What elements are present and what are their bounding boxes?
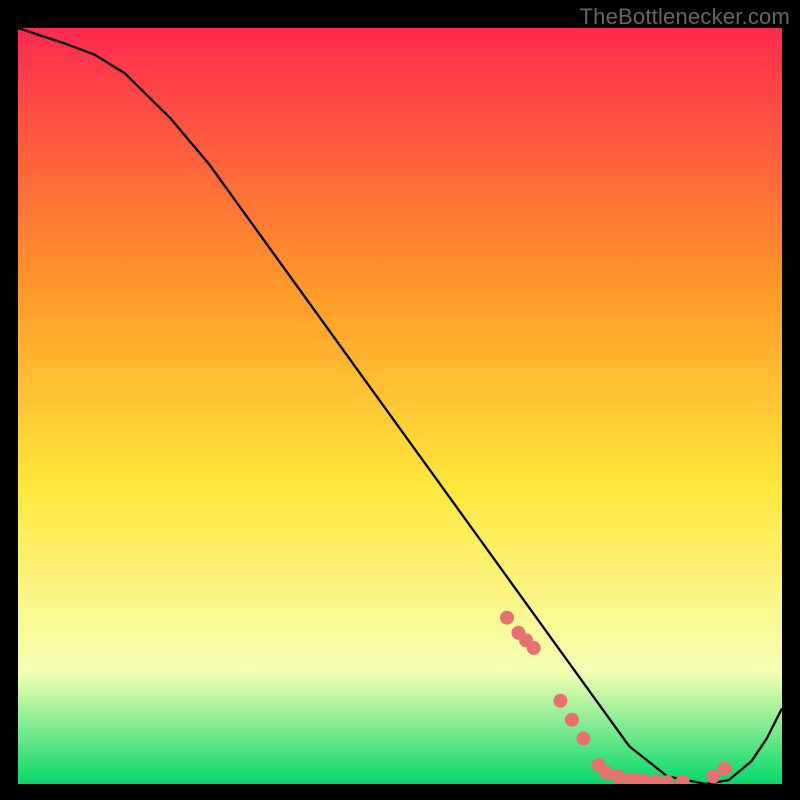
marker-dot (565, 713, 579, 727)
chart-container: TheBottlenecker.com (0, 0, 800, 800)
chart-svg (18, 28, 782, 784)
marker-dot (706, 769, 720, 783)
marker-dot (500, 611, 514, 625)
marker-dot (553, 694, 567, 708)
marker-dot (576, 732, 590, 746)
plot-area (18, 28, 782, 784)
marker-dot (527, 641, 541, 655)
watermark-text: TheBottlenecker.com (580, 4, 790, 30)
gradient-background (18, 28, 782, 784)
marker-dot (718, 762, 732, 776)
